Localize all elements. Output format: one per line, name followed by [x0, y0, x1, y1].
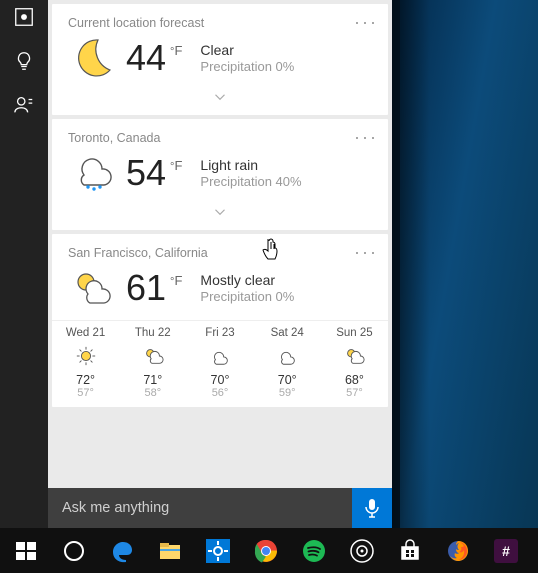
- tip-icon[interactable]: [13, 50, 35, 72]
- chevron-down-icon[interactable]: [52, 205, 388, 230]
- partly-cloudy-icon: [321, 343, 388, 369]
- cortana-icon[interactable]: [52, 531, 96, 571]
- condition-text: Light rain: [200, 157, 301, 173]
- forecast-day[interactable]: Fri 23 70° 56°: [186, 321, 253, 407]
- focus-icon[interactable]: [13, 6, 35, 28]
- groove-icon[interactable]: [340, 531, 384, 571]
- weather-card-toronto[interactable]: ··· Toronto, Canada 54 °F Light rain Pre…: [52, 119, 388, 230]
- partly-cloudy-icon: [119, 343, 186, 369]
- precip-text: Precipitation 0%: [200, 289, 294, 304]
- spotify-icon[interactable]: [292, 531, 336, 571]
- forecast-row: Wed 21 72° 57° Thu 22 71° 58° Fri 23 70°…: [52, 320, 388, 407]
- taskbar: #: [0, 528, 538, 573]
- edge-icon[interactable]: [100, 531, 144, 571]
- temp-value: 61: [126, 270, 166, 306]
- forecast-day[interactable]: Sat 24 70° 59°: [254, 321, 321, 407]
- feedback-icon[interactable]: [13, 94, 35, 116]
- cloud-icon: [186, 343, 253, 369]
- card-menu-icon[interactable]: ···: [354, 127, 378, 148]
- search-placeholder: Ask me anything: [48, 500, 352, 516]
- cortana-rail: [0, 0, 48, 528]
- slack-icon[interactable]: #: [484, 531, 528, 571]
- file-explorer-icon[interactable]: [148, 531, 192, 571]
- start-button[interactable]: [4, 531, 48, 571]
- sun-icon: [52, 343, 119, 369]
- temp-value: 54: [126, 155, 166, 191]
- cloud-icon: [254, 343, 321, 369]
- condition-text: Clear: [200, 42, 294, 58]
- weather-card-current[interactable]: ··· Current location forecast 44 °F Clea…: [52, 4, 388, 115]
- partly-cloudy-icon: [68, 264, 116, 312]
- forecast-day[interactable]: Thu 22 71° 58°: [119, 321, 186, 407]
- settings-icon[interactable]: [196, 531, 240, 571]
- temp-unit: °F: [170, 158, 182, 173]
- forecast-day[interactable]: Sun 25 68° 57°: [321, 321, 388, 407]
- mic-button[interactable]: [352, 488, 392, 528]
- weather-card-sf[interactable]: ··· San Francisco, California 61 °F Most…: [52, 234, 388, 407]
- svg-text:#: #: [502, 543, 510, 559]
- cortana-panel: ··· Current location forecast 44 °F Clea…: [48, 0, 392, 528]
- forecast-day[interactable]: Wed 21 72° 57°: [52, 321, 119, 407]
- temp-unit: °F: [170, 273, 182, 288]
- firefox-icon[interactable]: [436, 531, 480, 571]
- temp-unit: °F: [170, 43, 182, 58]
- chrome-icon[interactable]: [244, 531, 288, 571]
- cursor-icon: [261, 237, 281, 261]
- temp-value: 44: [126, 40, 166, 76]
- store-icon[interactable]: [388, 531, 432, 571]
- card-title: Toronto, Canada: [52, 119, 388, 147]
- card-title: San Francisco, California: [52, 234, 388, 262]
- condition-text: Mostly clear: [200, 272, 294, 288]
- rain-icon: [68, 149, 116, 197]
- card-menu-icon[interactable]: ···: [354, 242, 378, 263]
- chevron-down-icon[interactable]: [52, 90, 388, 115]
- cortana-search-box[interactable]: Ask me anything: [48, 488, 392, 528]
- weather-cards: ··· Current location forecast 44 °F Clea…: [48, 0, 392, 488]
- card-menu-icon[interactable]: ···: [354, 12, 378, 33]
- moon-icon: [68, 34, 116, 82]
- card-title: Current location forecast: [52, 4, 388, 32]
- precip-text: Precipitation 40%: [200, 174, 301, 189]
- precip-text: Precipitation 0%: [200, 59, 294, 74]
